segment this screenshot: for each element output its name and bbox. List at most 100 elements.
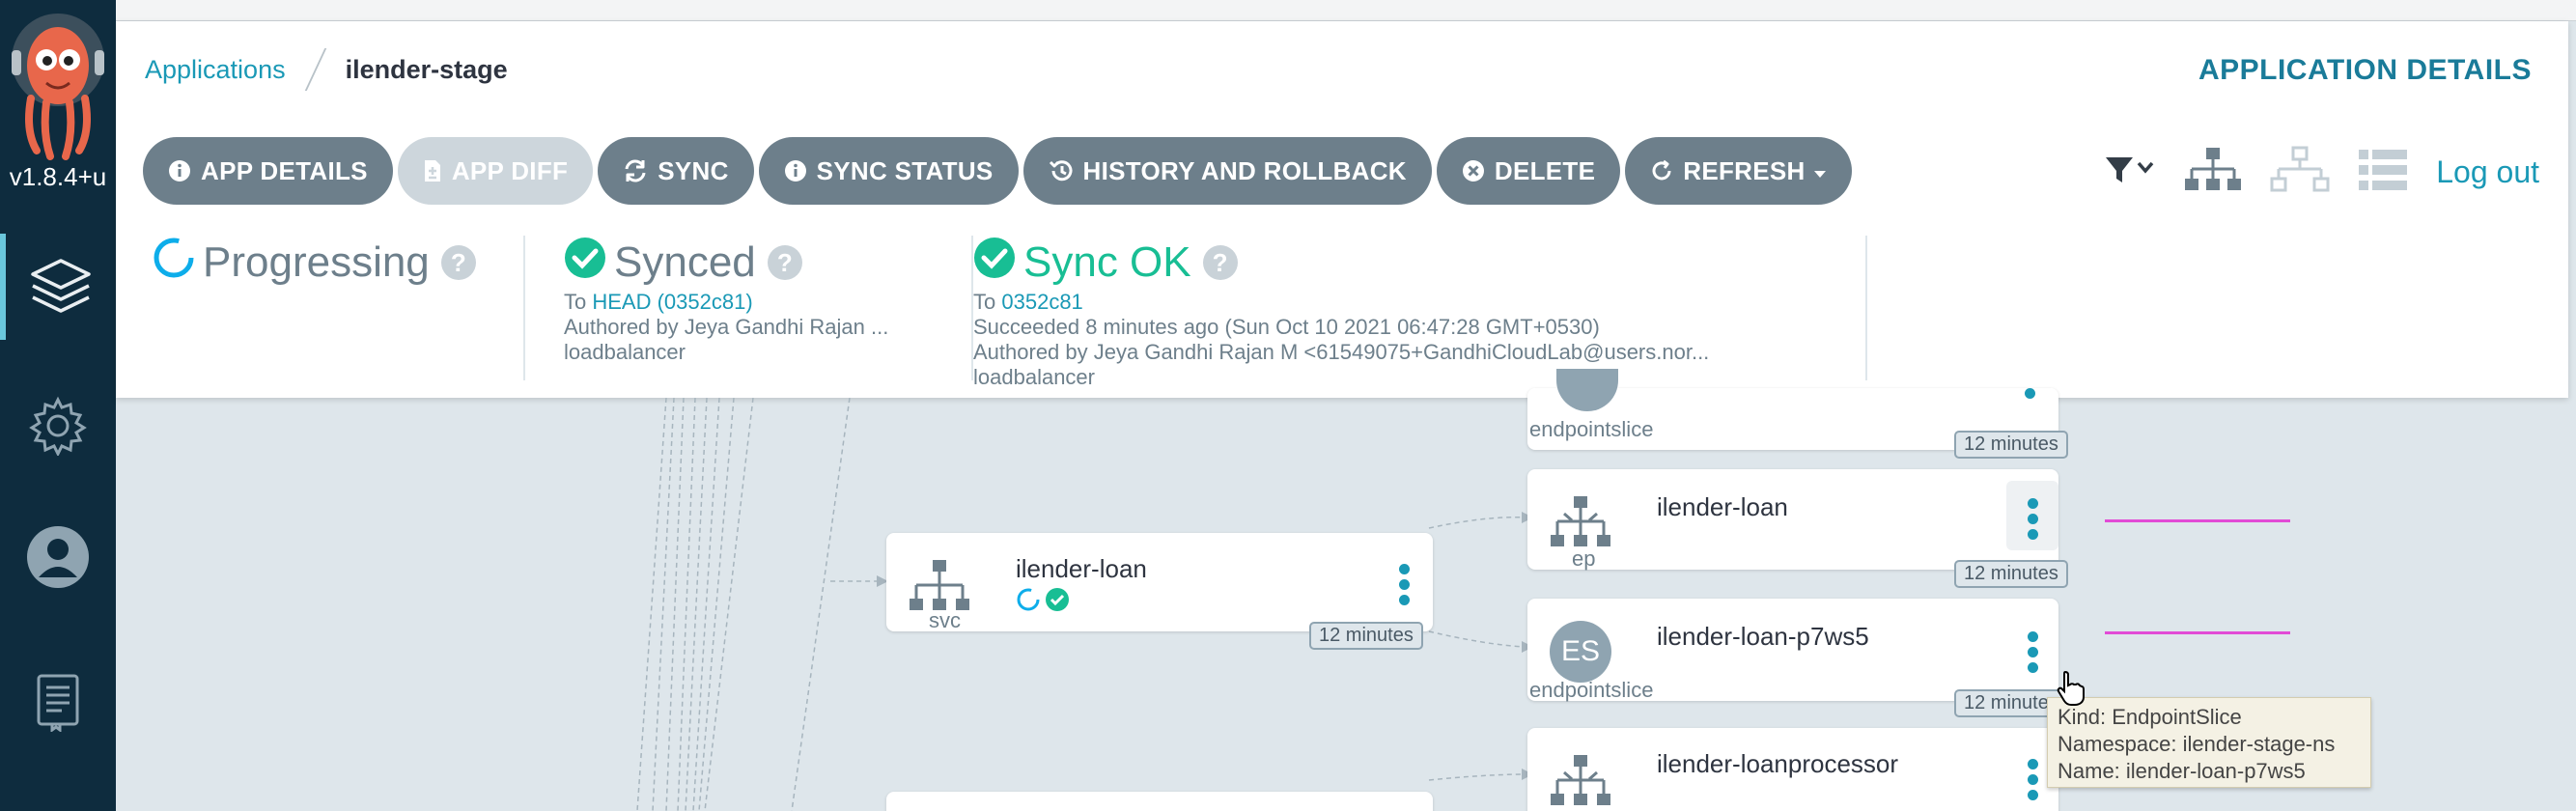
health-help-icon[interactable]: ? (440, 245, 476, 280)
es-badge-icon: ES (1547, 618, 1614, 685)
operation-time: Succeeded 8 minutes ago (Sun Oct 10 2021… (973, 315, 1600, 339)
tooltip-namespace: Namespace: ilender-stage-ns (2058, 732, 2336, 756)
list-view-icon[interactable] (2357, 148, 2409, 197)
sync-status-label: Synced (614, 238, 756, 286)
check-circle-icon (1045, 587, 1070, 617)
app-diff-button[interactable]: APP DIFF (397, 137, 594, 205)
progressing-icon (153, 237, 195, 290)
info-icon (784, 159, 807, 182)
sync-revision-link[interactable]: HEAD (0352c81) (592, 290, 752, 314)
node-menu-icon[interactable] (2023, 631, 2042, 673)
layers-icon (29, 257, 93, 317)
health-status-panel: Progressing ? (153, 236, 525, 380)
endpoints-node[interactable]: ep ilender-loan (1527, 469, 2058, 571)
sidebar: v1.8.4+u (0, 0, 116, 811)
info-icon (168, 159, 191, 182)
magenta-edge (2105, 631, 2290, 634)
node-menu-icon[interactable] (2023, 759, 2042, 800)
app-details-label: APP DETAILS (201, 155, 368, 185)
breadcrumb-applications-link[interactable]: Applications (145, 55, 286, 85)
service-node-partial[interactable] (886, 792, 1433, 811)
application-header-panel: Applications ilender-stage APPLICATION D… (116, 21, 2568, 398)
tree-view-icon[interactable] (2183, 146, 2243, 199)
node-menu-icon[interactable] (2023, 498, 2042, 540)
sidebar-item-docs[interactable] (0, 649, 116, 755)
delete-button[interactable]: DELETE (1436, 137, 1621, 205)
sidebar-item-applications[interactable] (0, 234, 116, 340)
node-name: ilender-loan-p7ws5 (1657, 622, 1869, 651)
age-badge: 12 minutes (1309, 622, 1423, 650)
browser-top-strip (116, 0, 2576, 21)
view-tools: Log out (2104, 145, 2539, 199)
sync-status-label: SYNC STATUS (816, 155, 994, 185)
check-circle-icon (564, 237, 606, 290)
breadcrumb-separator (304, 48, 326, 91)
sync-status-button[interactable]: SYNC STATUS (758, 137, 1019, 205)
sync-target: To HEAD (0352c81) (564, 290, 969, 315)
endpoints-node-loanprocessor[interactable]: ilender-loanprocessor (1527, 728, 2058, 811)
node-kind: ep (1572, 546, 1596, 571)
es-badge-text: ES (1550, 621, 1611, 683)
service-node[interactable]: svc ilender-loan (886, 533, 1433, 632)
node-menu-icon[interactable] (2020, 388, 2039, 399)
sync-message: loadbalancer (564, 340, 686, 364)
sync-help-icon[interactable]: ? (767, 245, 802, 280)
node-status-icons (1016, 587, 1070, 617)
refresh-label: REFRESH (1683, 155, 1806, 185)
operation-target: To 0352c81 (973, 290, 1862, 315)
node-kind: endpointslice (1529, 417, 1654, 441)
magenta-edge (2105, 519, 2290, 522)
times-circle-icon (1462, 159, 1485, 182)
network-view-icon[interactable] (2270, 146, 2330, 199)
sync-to-prefix: To (564, 290, 587, 314)
status-summary: Progressing ? Synced ? To HEAD (0352c81)… (116, 236, 2568, 400)
es-badge-icon (1556, 369, 1618, 411)
refresh-icon (1650, 159, 1673, 182)
operation-to-prefix: To (973, 290, 996, 314)
toolbar: APP DETAILS APP DIFF SYNC SYNC STATUS HI… (143, 137, 1852, 205)
refresh-button[interactable]: REFRESH (1625, 137, 1852, 205)
gear-icon (28, 396, 88, 456)
operation-status-label: Sync OK (1023, 238, 1191, 286)
age-badge: 12 minutes (1954, 431, 2068, 459)
breadcrumb: Applications ilender-stage (145, 48, 508, 91)
health-status-label: Progressing (203, 238, 430, 286)
breadcrumb-current: ilender-stage (345, 54, 508, 84)
endpointslice-node[interactable]: ES endpointslice ilender-loan-p7ws5 (1527, 599, 2058, 702)
sync-label: SYNC (658, 155, 729, 185)
progressing-icon (1016, 587, 1041, 617)
argo-logo[interactable] (8, 6, 108, 160)
history-rollback-button[interactable]: HISTORY AND ROLLBACK (1022, 137, 1432, 205)
check-circle-icon (973, 237, 1016, 290)
node-kind: endpointslice (1529, 678, 1654, 702)
sync-button[interactable]: SYNC (598, 137, 754, 205)
filter-icon[interactable] (2104, 154, 2156, 191)
history-icon (1049, 159, 1074, 182)
logout-link[interactable]: Log out (2436, 154, 2539, 190)
hand-cursor-icon (2057, 670, 2086, 712)
tooltip-name: Name: ilender-loan-p7ws5 (2058, 759, 2306, 783)
sidebar-item-settings[interactable] (0, 373, 116, 479)
node-menu-icon[interactable] (1394, 564, 1414, 605)
app-details-button[interactable]: APP DETAILS (143, 137, 393, 205)
app-diff-label: APP DIFF (451, 155, 569, 185)
caret-down-icon (1813, 156, 1827, 186)
page-title: APPLICATION DETAILS (2198, 54, 2532, 86)
health-status: Progressing ? (153, 236, 523, 290)
tooltip-kind: Kind: EndpointSlice (2058, 705, 2242, 729)
node-name: ilender-loanprocessor (1657, 749, 1899, 778)
node-name: ilender-loan (1657, 492, 1788, 521)
version-label: v1.8.4+u (9, 162, 107, 191)
endpoints-icon (1547, 747, 1614, 811)
sync-author: Authored by Jeya Gandhi Rajan ... (564, 315, 889, 339)
history-rollback-label: HISTORY AND ROLLBACK (1082, 155, 1407, 185)
operation-status-content: Sync OK ? To 0352c81 Succeeded 8 minutes… (973, 236, 1862, 390)
operation-help-icon[interactable]: ? (1202, 245, 1238, 280)
sync-icon (623, 159, 648, 182)
sync-status-content: Synced ? To HEAD (0352c81) Authored by J… (564, 236, 969, 365)
sidebar-item-user[interactable] (0, 504, 116, 610)
user-icon (26, 525, 90, 589)
operation-revision-link[interactable]: 0352c81 (1001, 290, 1082, 314)
docs-icon (35, 672, 81, 732)
node-name: ilender-loan (1016, 554, 1147, 583)
